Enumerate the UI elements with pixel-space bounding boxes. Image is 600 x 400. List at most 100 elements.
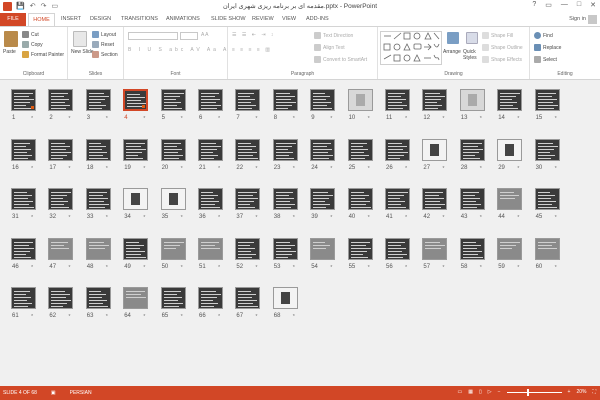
animation-indicator-icon[interactable]: * — [218, 116, 220, 122]
animation-indicator-icon[interactable]: * — [517, 215, 519, 221]
slide-thumbnail-35[interactable] — [160, 188, 186, 210]
copy-button[interactable]: Copy — [22, 41, 43, 48]
animation-indicator-icon[interactable]: * — [255, 215, 257, 221]
tab-file[interactable]: FILE — [0, 13, 26, 26]
animation-indicator-icon[interactable]: * — [255, 265, 257, 271]
animation-indicator-icon[interactable]: * — [143, 166, 145, 172]
slide-thumbnail-67[interactable] — [235, 287, 261, 309]
slide-thumbnail-1[interactable] — [11, 89, 36, 111]
animation-indicator-icon[interactable]: * — [218, 166, 220, 172]
maximize-button[interactable]: □ — [577, 1, 581, 9]
animation-indicator-icon[interactable]: * — [330, 265, 332, 271]
tab-animations[interactable]: ANIMATIONS — [166, 16, 200, 22]
quick-styles-button[interactable]: Quick Styles — [463, 49, 483, 61]
align-icons[interactable]: ≡ ≡ ≡ ≡ ▥ — [232, 47, 272, 53]
animation-indicator-icon[interactable]: * — [330, 116, 332, 122]
slide-thumbnail-45[interactable] — [534, 188, 560, 210]
animation-indicator-icon[interactable]: * — [106, 265, 108, 271]
animation-indicator-icon[interactable]: * — [293, 314, 295, 320]
arrange-button[interactable]: Arrange — [443, 49, 461, 55]
slide-thumbnail-40[interactable] — [347, 188, 373, 210]
tab-home[interactable]: HOME — [28, 13, 55, 26]
animation-indicator-icon[interactable]: * — [181, 314, 183, 320]
animation-indicator-icon[interactable]: * — [143, 215, 145, 221]
slide-thumbnail-47[interactable] — [48, 237, 74, 260]
slide-thumbnail-20[interactable] — [160, 138, 186, 161]
slide-thumbnail-41[interactable] — [385, 188, 410, 210]
animation-indicator-icon[interactable]: * — [293, 166, 295, 172]
animation-indicator-icon[interactable]: * — [330, 215, 332, 221]
font-format-icons[interactable]: B I U S abc AV Aa A — [128, 47, 229, 53]
zoom-level[interactable]: 20% — [576, 389, 586, 395]
slide-thumbnail-42[interactable] — [422, 188, 448, 210]
slide-thumbnail-52[interactable] — [235, 237, 261, 260]
animation-indicator-icon[interactable]: * — [106, 116, 108, 122]
slide-thumbnail-2[interactable] — [48, 89, 74, 111]
animation-indicator-icon[interactable]: * — [480, 166, 482, 172]
find-button[interactable]: Find — [534, 32, 553, 39]
shape-outline-button[interactable]: Shape Outline — [482, 44, 523, 51]
slide-sorter-view[interactable]: 1 * 2 * 3 * 4 * 5 * 6 * 7 * 8 * 9 * 10 * 11 * 12 * 13 * 14 * 15 * 16 * 1… — [0, 80, 600, 386]
animation-indicator-icon[interactable]: * — [293, 215, 295, 221]
animation-indicator-icon[interactable]: * — [480, 116, 482, 122]
animation-indicator-icon[interactable]: * — [181, 215, 183, 221]
slide-thumbnail-22[interactable] — [235, 138, 261, 161]
select-button[interactable]: Select — [534, 56, 557, 63]
shape-effects-button[interactable]: Shape Effects — [482, 56, 522, 63]
animation-indicator-icon[interactable]: * — [106, 166, 108, 172]
animation-indicator-icon[interactable]: * — [405, 166, 407, 172]
slide-thumbnail-6[interactable] — [198, 89, 223, 111]
proofing-icon[interactable]: ▣ — [51, 390, 56, 396]
tab-add-ins[interactable]: ADD-INS — [306, 16, 329, 22]
slide-thumbnail-18[interactable] — [85, 138, 111, 161]
sign-in-link[interactable]: Sign in — [569, 16, 586, 22]
slide-thumbnail-53[interactable] — [272, 237, 298, 260]
paste-button[interactable]: Paste — [3, 49, 16, 55]
animation-indicator-icon[interactable]: * — [517, 166, 519, 172]
slide-sorter-view-icon[interactable]: ▦ — [468, 389, 473, 395]
zoom-out-icon[interactable]: − — [498, 389, 501, 395]
slide-thumbnail-46[interactable] — [11, 237, 36, 260]
animation-indicator-icon[interactable]: * — [555, 265, 557, 271]
slide-thumbnail-50[interactable] — [160, 237, 186, 260]
slide-thumbnail-43[interactable] — [459, 188, 485, 210]
avatar[interactable] — [588, 15, 597, 24]
slide-thumbnail-60[interactable] — [534, 237, 560, 260]
animation-indicator-icon[interactable]: * — [293, 116, 295, 122]
slide-thumbnail-3[interactable] — [85, 89, 111, 111]
tab-design[interactable]: DESIGN — [90, 16, 111, 22]
slide-thumbnail-55[interactable] — [347, 237, 373, 260]
animation-indicator-icon[interactable]: * — [293, 265, 295, 271]
animation-indicator-icon[interactable]: * — [31, 116, 33, 122]
animation-indicator-icon[interactable]: * — [181, 166, 183, 172]
slide-thumbnail-17[interactable] — [48, 138, 74, 161]
slide-thumbnail-44[interactable] — [497, 188, 523, 210]
animation-indicator-icon[interactable]: * — [368, 166, 370, 172]
slide-thumbnail-54[interactable] — [310, 237, 336, 260]
slide-thumbnail-7[interactable] — [235, 89, 261, 111]
slide-thumbnail-28[interactable] — [459, 138, 485, 161]
slide-thumbnail-26[interactable] — [385, 138, 410, 161]
layout-button[interactable]: Layout — [92, 31, 116, 38]
slide-thumbnail-21[interactable] — [198, 138, 223, 161]
normal-view-icon[interactable]: ▭ — [458, 389, 463, 395]
shape-fill-button[interactable]: Shape Fill — [482, 32, 513, 39]
list-icons[interactable]: ☰ ☰ ⇤ ⇥ ↕ — [232, 32, 275, 38]
slide-thumbnail-58[interactable] — [459, 237, 485, 260]
animation-indicator-icon[interactable]: * — [555, 116, 557, 122]
slide-thumbnail-62[interactable] — [48, 287, 74, 309]
animation-indicator-icon[interactable]: * — [68, 166, 70, 172]
slide-thumbnail-59[interactable] — [497, 237, 523, 260]
animation-indicator-icon[interactable]: * — [181, 265, 183, 271]
tab-review[interactable]: REVIEW — [252, 16, 274, 22]
fit-to-window-icon[interactable]: ⛶ — [592, 389, 596, 395]
slide-thumbnail-9[interactable] — [310, 89, 336, 111]
section-button[interactable]: Section — [92, 51, 118, 58]
animation-indicator-icon[interactable]: * — [517, 265, 519, 271]
animation-indicator-icon[interactable]: * — [442, 265, 444, 271]
font-family-select[interactable] — [128, 32, 178, 40]
grow-font-icon[interactable]: A A — [201, 32, 209, 38]
slide-thumbnail-33[interactable] — [85, 188, 111, 210]
animation-indicator-icon[interactable]: * — [68, 116, 70, 122]
slide-thumbnail-57[interactable] — [422, 237, 448, 260]
